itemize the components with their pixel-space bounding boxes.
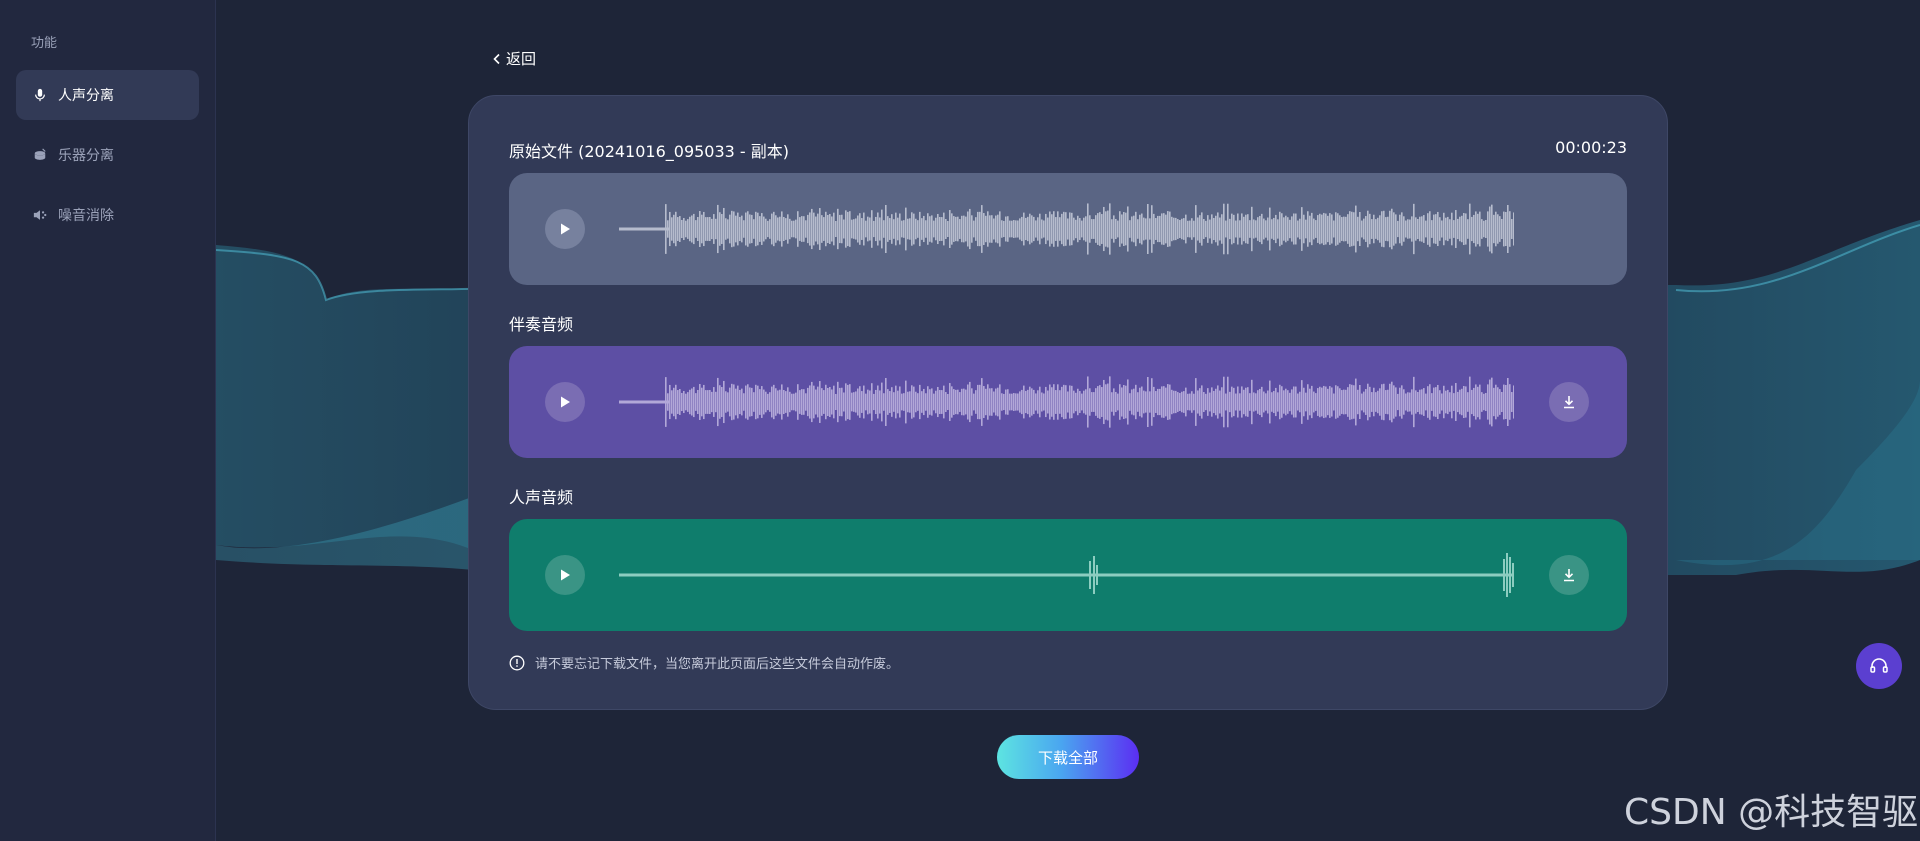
speaker-noise-icon	[32, 207, 48, 223]
drum-icon	[32, 147, 48, 163]
sidebar-item-instrument-separation[interactable]: 乐器分离	[16, 130, 199, 180]
download-all-button[interactable]: 下载全部	[997, 735, 1139, 779]
app-root: 功能 人声分离 乐器分离 噪音消除 返回 原始文件 (20241016_0950…	[0, 0, 1920, 841]
waveform	[619, 553, 1514, 597]
result-card: 原始文件 (20241016_095033 - 副本) 00:00:23 伴奏音…	[468, 95, 1668, 710]
sidebar-item-label: 乐器分离	[58, 148, 114, 164]
accompaniment-track	[509, 346, 1627, 458]
sidebar-title: 功能	[31, 36, 58, 51]
download-icon	[1564, 569, 1574, 582]
microphone-icon	[32, 87, 48, 103]
play-icon	[561, 396, 570, 408]
info-icon	[509, 655, 525, 670]
customer-support-button[interactable]	[1856, 643, 1902, 689]
original-track	[509, 173, 1627, 285]
expiry-note-text: 请不要忘记下载文件，当您离开此页面后这些文件会自动作废。	[535, 657, 900, 672]
play-button[interactable]	[545, 555, 585, 595]
play-button[interactable]	[545, 209, 585, 249]
download-button[interactable]	[1549, 382, 1589, 422]
vocals-track	[509, 519, 1627, 631]
sidebar-item-vocal-separation[interactable]: 人声分离	[16, 70, 199, 120]
expiry-note: 请不要忘记下载文件，当您离开此页面后这些文件会自动作废。	[509, 653, 899, 672]
vocals-title: 人声音频	[509, 488, 574, 507]
original-file-title: 原始文件 (20241016_095033 - 副本)	[509, 142, 790, 161]
play-icon	[561, 223, 570, 235]
sidebar-item-noise-removal[interactable]: 噪音消除	[16, 190, 199, 240]
back-link[interactable]: 返回	[492, 48, 536, 69]
download-button[interactable]	[1549, 555, 1589, 595]
play-button[interactable]	[545, 382, 585, 422]
sidebar-item-label: 噪音消除	[58, 208, 114, 224]
waveform	[619, 376, 1514, 428]
waveform	[619, 203, 1514, 255]
chevron-left-icon	[493, 53, 500, 64]
accompaniment-title: 伴奏音频	[509, 315, 574, 334]
sidebar-item-label: 人声分离	[58, 88, 114, 104]
duration-label: 00:00:23	[1555, 138, 1627, 157]
sidebar: 功能 人声分离 乐器分离 噪音消除	[0, 0, 216, 841]
watermark: CSDN @科技智驱	[1624, 792, 1919, 833]
back-label: 返回	[506, 50, 537, 68]
headset-icon	[1870, 658, 1888, 673]
download-icon	[1564, 396, 1574, 409]
play-icon	[561, 569, 570, 581]
